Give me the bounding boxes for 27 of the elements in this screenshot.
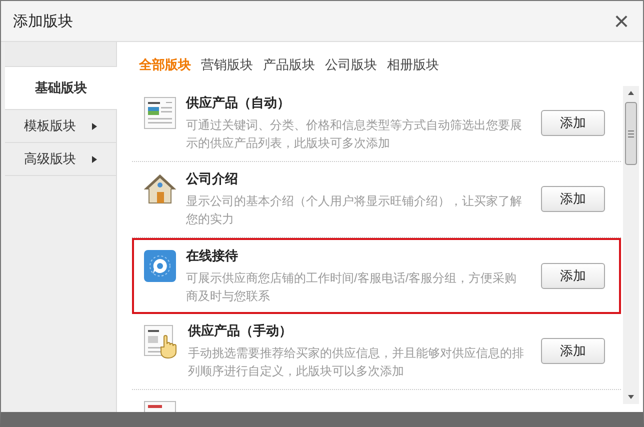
document-icon bbox=[144, 97, 176, 129]
house-icon bbox=[144, 173, 176, 205]
add-button[interactable]: 添加 bbox=[541, 263, 605, 289]
module-description: 可展示供应商您店铺的工作时间/客服电话/客服分组，方便采购商及时与您联系 bbox=[186, 270, 518, 305]
add-button[interactable]: 添加 bbox=[541, 110, 605, 136]
scrollbar[interactable] bbox=[623, 86, 639, 404]
document-icon bbox=[144, 401, 176, 412]
category-tab[interactable]: 相册版块 bbox=[383, 52, 443, 78]
category-tab[interactable]: 营销版块 bbox=[197, 52, 257, 78]
sidebar-item[interactable]: 高级版块 bbox=[5, 143, 116, 176]
window-title: 添加版块 bbox=[13, 12, 73, 30]
module-description: 可通过关键词、分类、价格和信息类型等方式自动筛选出您要展示的供应产品列表，此版块可多次添加 bbox=[186, 117, 523, 152]
module-title: 供应产品（手动） bbox=[188, 322, 293, 340]
module-title: 供应产品（自动） bbox=[186, 94, 291, 112]
document-hand-icon bbox=[144, 325, 178, 359]
module-description: 显示公司的基本介绍（个人用户将显示旺铺介绍），让买家了解您的实力 bbox=[186, 193, 523, 228]
module-description: 手动挑选需要推荐给买家的供应信息，并且能够对供应信息的排列顺序进行自定义，此版块可以多次添加 bbox=[188, 345, 525, 380]
add-button[interactable]: 添加 bbox=[541, 186, 605, 212]
chat-bubble-icon bbox=[144, 250, 176, 282]
sidebar-item[interactable]: 基础版块 bbox=[5, 67, 117, 110]
module-title: 公司介绍 bbox=[186, 170, 239, 188]
category-tab[interactable]: 产品版块 bbox=[259, 52, 319, 78]
close-button[interactable]: × bbox=[610, 8, 633, 34]
category-tab[interactable]: 公司版块 bbox=[321, 52, 381, 78]
add-button[interactable]: 添加 bbox=[541, 338, 605, 364]
module-title: 在线接待 bbox=[186, 247, 239, 265]
sidebar-item[interactable]: 模板版块 bbox=[5, 110, 116, 143]
